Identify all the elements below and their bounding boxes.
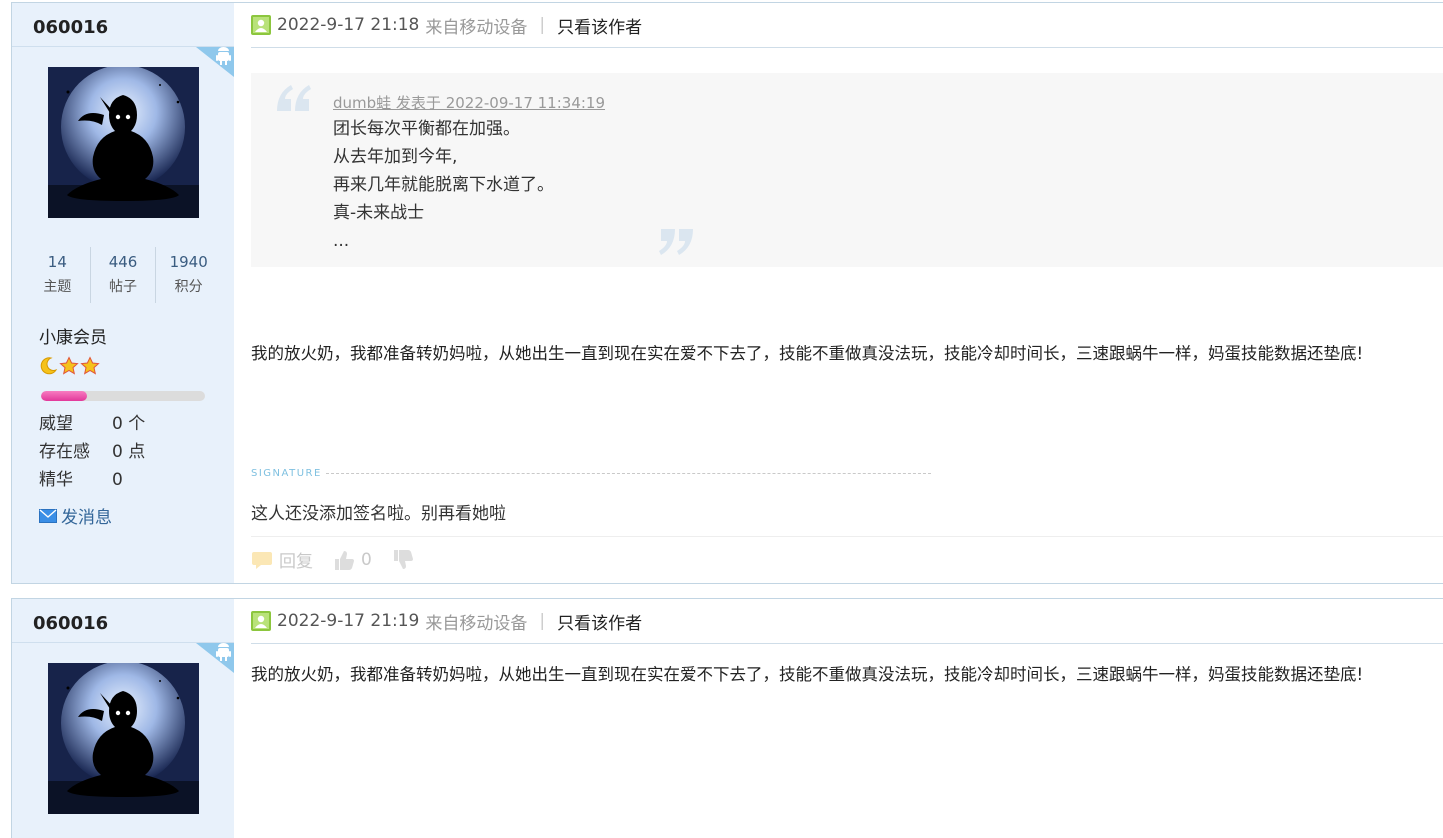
quote-line: ...: [333, 231, 350, 251]
quote-line: 再来几年就能脱离下水道了。: [333, 175, 554, 195]
quote-line: 真-未来战士: [333, 203, 425, 223]
star-icon: [59, 356, 79, 375]
user-icon: [251, 15, 271, 35]
post-source: 来自移动设备: [425, 17, 528, 38]
post-message: 我的放火奶，我都准备转奶妈啦，从她出生一直到现在实在爱不下去了，技能不重做真没法…: [251, 344, 1364, 363]
android-icon: [196, 643, 234, 673]
post-time: 2022-9-17 21:19: [277, 611, 420, 631]
close-quote-icon: [659, 229, 693, 255]
author-sidebar: 060016: [12, 3, 234, 583]
star-icon: [80, 356, 100, 375]
level-progress-fill: [41, 391, 87, 401]
stat-topics[interactable]: 14 主题: [25, 247, 91, 303]
forum-post: 060016: [11, 598, 1443, 838]
author-sidebar: 060016: [12, 599, 234, 838]
usergroup[interactable]: 小康会员: [39, 323, 107, 348]
author-name[interactable]: 060016: [12, 599, 234, 643]
moon-icon: [40, 357, 58, 375]
quote-line: 团长每次平衡都在加强。: [333, 119, 520, 139]
envelope-icon: [39, 508, 57, 523]
post-actions: 回复 0: [251, 536, 1443, 582]
post-content: 2022-9-17 21:18 来自移动设备 | 只看该作者 dumb蛙 发表于…: [251, 3, 1443, 583]
level-progress-bar: [41, 391, 205, 401]
only-author-link[interactable]: 只看该作者: [557, 609, 642, 634]
open-quote-icon: [277, 85, 311, 111]
quote-body: dumb蛙 发表于 2022-09-17 11:34:19 团长每次平衡都在加强…: [333, 91, 605, 255]
quote-author-link[interactable]: dumb蛙 发表于 2022-09-17 11:34:19: [333, 91, 605, 115]
stat-posts[interactable]: 446 帖子: [91, 247, 157, 303]
avatar[interactable]: [48, 663, 199, 814]
author-stats: 14 主题 446 帖子 1940 积分: [25, 247, 221, 303]
level-stars: [38, 356, 100, 376]
signature-text: 这人还没添加签名啦。别再看她啦: [251, 504, 506, 524]
info-row-digest: 精华 0: [39, 470, 123, 490]
quote-line: 从去年加到今年,: [333, 147, 458, 167]
post-message: 我的放火奶，我都准备转奶妈啦，从她出生一直到现在实在爱不下去了，技能不重做真没法…: [251, 665, 1364, 684]
info-row-presence: 存在感 0 点: [39, 442, 146, 462]
quote-block: dumb蛙 发表于 2022-09-17 11:34:19 团长每次平衡都在加强…: [251, 73, 1443, 267]
dislike-button[interactable]: [392, 549, 414, 571]
info-row-prestige: 威望 0 个: [39, 414, 146, 434]
post-source: 来自移动设备: [425, 613, 528, 634]
send-message-link[interactable]: 发消息: [39, 503, 112, 528]
forum-post: 060016: [11, 2, 1443, 584]
chat-bubble-icon: [252, 551, 272, 569]
post-header: 2022-9-17 21:19 来自移动设备 | 只看该作者: [251, 599, 1443, 644]
thumbs-up-icon: [335, 550, 354, 570]
user-icon: [251, 611, 271, 631]
separator: |: [539, 15, 546, 35]
stat-points[interactable]: 1940 积分: [156, 247, 221, 303]
signature-divider: SIGNATURE: [251, 468, 931, 479]
android-icon: [196, 47, 234, 77]
thumbs-down-icon: [393, 549, 413, 569]
reply-button[interactable]: 回复: [251, 547, 313, 572]
separator: |: [539, 611, 546, 631]
like-button[interactable]: 0: [333, 549, 372, 571]
avatar[interactable]: [48, 67, 199, 218]
like-count: 0: [361, 549, 372, 570]
author-name[interactable]: 060016: [12, 3, 234, 47]
post-time: 2022-9-17 21:18: [277, 15, 420, 35]
post-content: 2022-9-17 21:19 来自移动设备 | 只看该作者 我的放火奶，我都准…: [251, 599, 1443, 838]
only-author-link[interactable]: 只看该作者: [557, 13, 642, 38]
post-header: 2022-9-17 21:18 来自移动设备 | 只看该作者: [251, 3, 1443, 48]
author-info: 威望 0 个 存在感 0 点 精华 0: [39, 410, 145, 494]
